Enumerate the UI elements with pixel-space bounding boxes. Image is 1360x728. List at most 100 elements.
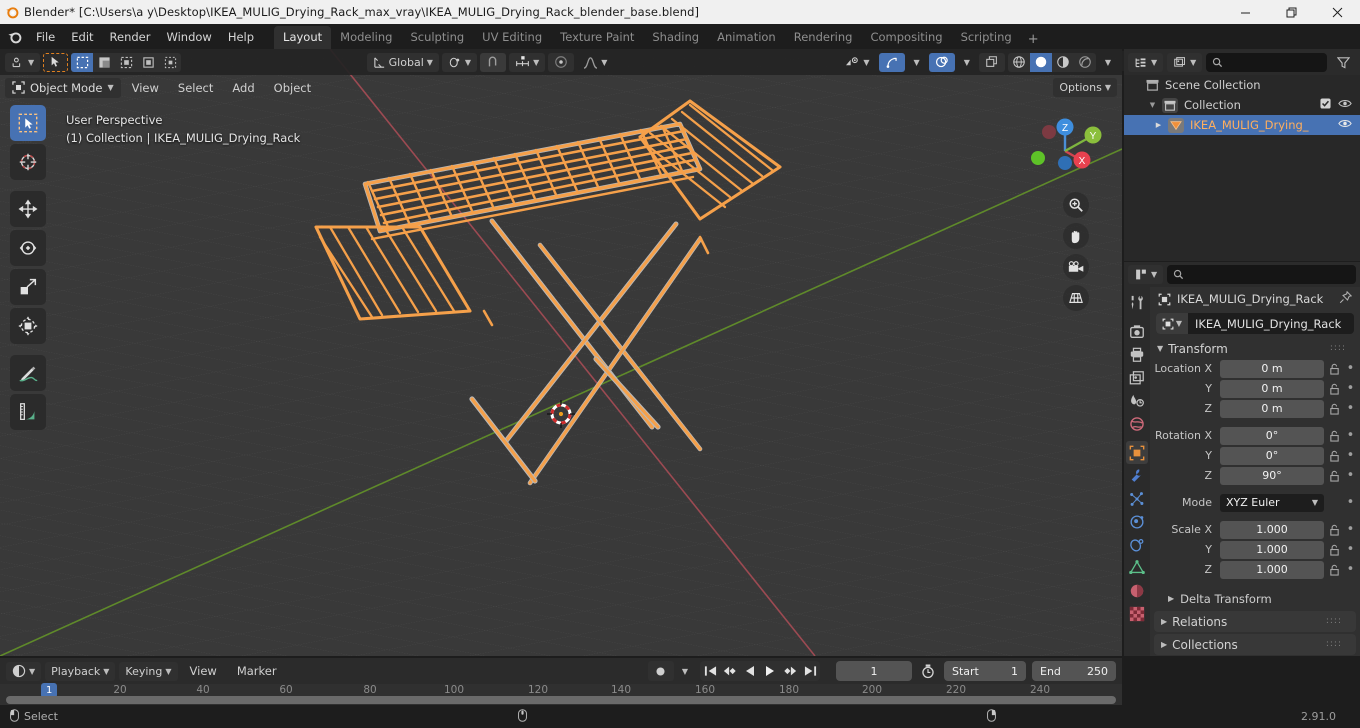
menu-window[interactable]: Window — [158, 27, 219, 47]
shading-mode-group[interactable] — [1007, 52, 1096, 72]
lock-icon[interactable] — [1327, 430, 1341, 442]
auto-keying-dropdown[interactable]: ▼ — [678, 662, 692, 681]
lock-icon[interactable] — [1327, 524, 1341, 536]
property-value[interactable]: 0 m — [1220, 359, 1324, 378]
outliner-filter-button[interactable] — [1331, 53, 1356, 72]
property-row-scale-z[interactable]: Z 1.000 • — [1153, 560, 1357, 579]
world-tab[interactable] — [1126, 412, 1148, 435]
scale-tool[interactable] — [10, 269, 46, 305]
disclosure-triangle-icon[interactable]: ▶ — [1161, 617, 1167, 626]
disclosure-triangle-icon[interactable]: ▶ — [1161, 640, 1167, 649]
annotate-tool[interactable] — [10, 355, 46, 391]
lock-icon[interactable] — [1327, 450, 1341, 462]
pan-hand-icon[interactable] — [1063, 223, 1089, 249]
select-subtract-icon[interactable] — [115, 53, 137, 72]
timeline-menu-view[interactable]: View — [182, 662, 225, 680]
property-value[interactable]: 1.000 — [1220, 560, 1324, 579]
property-row-location-z[interactable]: Z 0 m • — [1153, 399, 1357, 418]
viewport-menu-view[interactable]: View — [124, 79, 167, 97]
overlays-toggle-button[interactable] — [928, 52, 955, 72]
pivot-point-dropdown[interactable]: ▼ — [441, 52, 478, 72]
tool-tab[interactable] — [1126, 291, 1148, 314]
next-keyframe-icon[interactable] — [780, 661, 800, 681]
property-row-location-y[interactable]: Y 0 m • — [1153, 379, 1357, 398]
select-mode-group[interactable] — [71, 52, 182, 72]
property-value[interactable]: 0° — [1220, 446, 1324, 465]
outliner-row-ikea-mulig-drying[interactable]: ▶ IKEA_MULIG_Drying_ — [1124, 115, 1360, 135]
select-intersect-icon[interactable] — [159, 53, 181, 72]
current-frame-field[interactable]: 1 — [836, 661, 912, 681]
select-box-icon[interactable] — [71, 52, 94, 72]
timeline-menu-marker[interactable]: Marker — [229, 662, 285, 680]
property-value[interactable]: 0 m — [1220, 379, 1324, 398]
gizmo-dropdown[interactable]: ▼ — [908, 53, 926, 72]
play-reverse-icon[interactable] — [740, 661, 760, 681]
rotation-mode-dropdown[interactable]: XYZ Euler ▼ — [1220, 493, 1324, 512]
zoom-icon[interactable] — [1063, 192, 1089, 218]
material-tab[interactable] — [1126, 579, 1148, 602]
prev-keyframe-icon[interactable] — [720, 661, 740, 681]
blender-menu-icon[interactable] — [0, 24, 28, 49]
property-value[interactable]: 1.000 — [1220, 540, 1324, 559]
tab-rendering[interactable]: Rendering — [785, 26, 862, 49]
tab-sculpting[interactable]: Sculpting — [401, 26, 473, 49]
animate-property-icon[interactable]: • — [1344, 562, 1357, 577]
outliner-editor[interactable]: ▼ ▼ Scene Collection ▼ Collection ▶ IKEA… — [1124, 49, 1360, 261]
tab-animation[interactable]: Animation — [708, 26, 785, 49]
lock-icon[interactable] — [1327, 564, 1341, 576]
object-name-field[interactable]: ▼ IKEA_MULIG_Drying_Rack — [1156, 313, 1354, 334]
property-value[interactable]: 90° — [1220, 466, 1324, 485]
property-value[interactable]: 0 m — [1220, 399, 1324, 418]
tab-uv-editing[interactable]: UV Editing — [473, 26, 551, 49]
cursor-tool[interactable] — [10, 144, 46, 180]
animate-property-icon[interactable]: • — [1344, 428, 1357, 443]
animate-property-icon[interactable]: • — [1344, 401, 1357, 416]
tweak-select-tool[interactable] — [10, 105, 46, 141]
playback-dropdown[interactable]: Playback ▼ — [45, 661, 116, 681]
viewport-menu-select[interactable]: Select — [170, 79, 221, 97]
lock-icon[interactable] — [1327, 383, 1341, 395]
relations-panel[interactable]: ▶ Relations :::: — [1154, 611, 1356, 632]
animate-property-icon[interactable]: • — [1344, 522, 1357, 537]
material-preview-shading-icon[interactable] — [1052, 53, 1074, 72]
tab-shading[interactable]: Shading — [643, 26, 708, 49]
snap-toggle-button[interactable] — [480, 52, 507, 72]
property-row-scale-x[interactable]: Scale X 1.000 • — [1153, 520, 1357, 539]
snap-settings-dropdown[interactable]: ▼ — [509, 52, 546, 72]
transform-tool[interactable] — [10, 308, 46, 344]
camera-icon[interactable] — [1063, 254, 1089, 280]
frame-start-field[interactable]: Start 1 — [944, 661, 1026, 681]
property-row-rotation-x[interactable]: Rotation X 0° • — [1153, 426, 1357, 445]
lock-icon[interactable] — [1327, 470, 1341, 482]
scene-tab[interactable] — [1126, 389, 1148, 412]
keying-dropdown[interactable]: Keying ▼ — [119, 661, 178, 681]
disclosure-triangle-icon[interactable]: ▼ — [1157, 344, 1163, 353]
property-row-location-x[interactable]: Location X 0 m • — [1153, 359, 1357, 378]
collection-checkbox[interactable] — [1320, 98, 1331, 112]
output-tab[interactable] — [1126, 343, 1148, 366]
eye-icon[interactable] — [1338, 118, 1352, 132]
constraint-tab[interactable] — [1126, 533, 1148, 556]
move-tool[interactable] — [10, 191, 46, 227]
lock-icon[interactable] — [1327, 363, 1341, 375]
view-axis-gizmo[interactable]: Z Y X — [1024, 110, 1104, 190]
property-row-rotation-z[interactable]: Z 90° • — [1153, 466, 1357, 485]
properties-editor[interactable]: ▼ IKEA_MULIG_Drying_Rack ▼ IKEA_MULIG_Dr… — [1124, 262, 1360, 656]
auto-keying-toggle[interactable] — [647, 661, 674, 681]
animate-property-icon[interactable]: • — [1344, 468, 1357, 483]
gizmo-toggle-button[interactable] — [878, 52, 905, 72]
object-data-tab[interactable] — [1126, 556, 1148, 579]
animate-property-icon[interactable]: • — [1344, 542, 1357, 557]
object-mode-dropdown[interactable]: Object Mode ▼ — [5, 77, 121, 98]
outliner-row-scene-collection[interactable]: Scene Collection — [1124, 75, 1360, 95]
properties-editor-type-button[interactable]: ▼ — [1128, 265, 1164, 284]
tab-layout[interactable]: Layout — [274, 26, 332, 49]
outliner-search-input[interactable] — [1206, 52, 1327, 72]
add-workspace-button[interactable]: + — [1021, 30, 1046, 49]
tab-modeling[interactable]: Modeling — [331, 26, 401, 49]
tab-texture-paint[interactable]: Texture Paint — [551, 26, 643, 49]
view-layer-tab[interactable] — [1126, 366, 1148, 389]
scrollbar-thumb[interactable] — [6, 696, 1116, 704]
property-row-rotation-y[interactable]: Y 0° • — [1153, 446, 1357, 465]
maximize-button[interactable] — [1268, 0, 1314, 24]
